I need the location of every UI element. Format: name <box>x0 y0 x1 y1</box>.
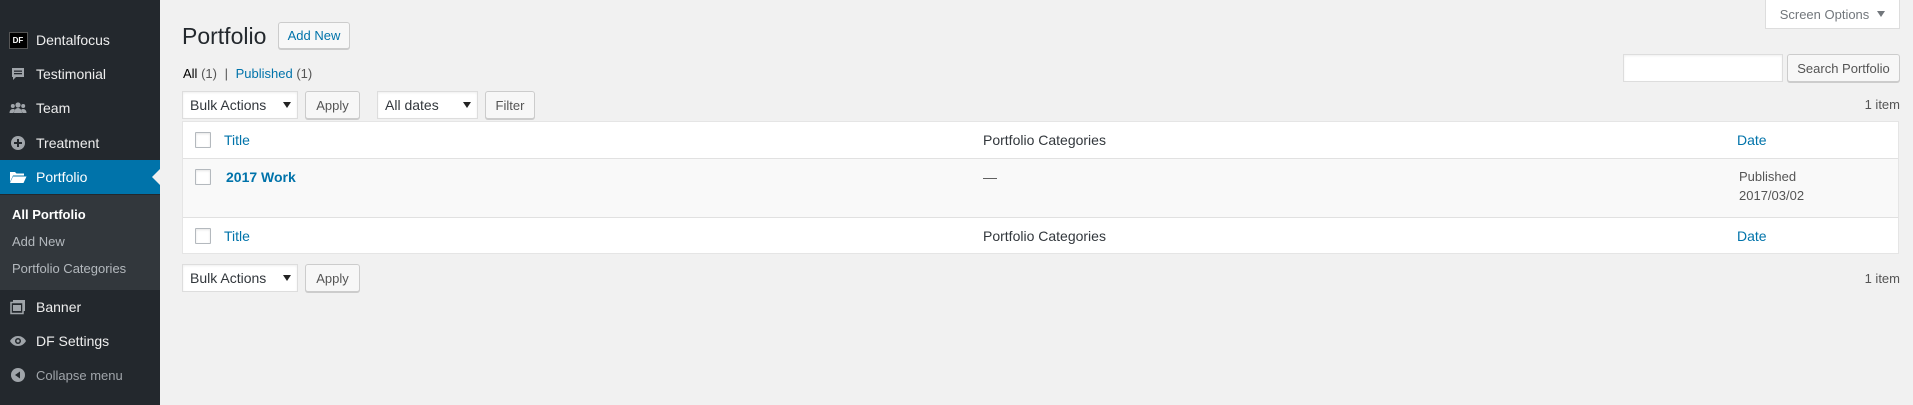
column-title-header[interactable]: Title <box>224 132 250 148</box>
add-new-button[interactable]: Add New <box>278 22 350 49</box>
bulk-actions-select-bottom[interactable]: Bulk Actions <box>182 264 298 292</box>
column-date-footer[interactable]: Date <box>1737 228 1767 244</box>
menu-item-label: Team <box>36 100 71 116</box>
menu-item-df-settings[interactable]: DF Settings <box>0 324 160 358</box>
chevron-down-icon <box>283 102 291 108</box>
menu-item-label: Treatment <box>36 135 100 151</box>
filter-all-link[interactable]: All (1) <box>183 66 217 81</box>
visibility-icon <box>0 333 36 349</box>
filter-separator: | <box>224 66 228 81</box>
portfolio-submenu: All Portfolio Add New Portfolio Categori… <box>0 195 160 290</box>
filter-all-label: All <box>183 66 198 81</box>
apply-label: Apply <box>316 270 349 286</box>
row-title-link[interactable]: 2017 Work <box>226 169 296 185</box>
apply-button-bottom[interactable]: Apply <box>305 264 360 292</box>
menu-item-banner[interactable]: Banner <box>0 290 160 324</box>
menu-item-label: Testimonial <box>36 66 107 82</box>
plus-circle-icon <box>0 135 36 151</box>
items-count-top: 1 item <box>1864 97 1900 112</box>
search-input[interactable] <box>1623 54 1783 82</box>
chevron-down-icon <box>463 102 471 108</box>
menu-item-label: Dentalfocus <box>36 32 110 48</box>
menu-item-portfolio[interactable]: Portfolio <box>0 160 160 194</box>
items-count-bottom: 1 item <box>1864 271 1900 286</box>
column-date-header[interactable]: Date <box>1737 132 1767 148</box>
filter-label: Filter <box>495 97 525 113</box>
page-title: Portfolio <box>182 23 267 49</box>
apply-button-top[interactable]: Apply <box>305 91 360 119</box>
filter-all-count: (1) <box>201 66 217 81</box>
collapse-icon <box>0 367 36 383</box>
df-logo-icon: DF <box>0 31 36 49</box>
menu-item-label: Banner <box>36 299 82 315</box>
menu-item-testimonial[interactable]: Testimonial <box>0 57 160 91</box>
row-checkbox[interactable] <box>195 169 211 185</box>
gallery-icon <box>0 299 36 315</box>
submenu-add-new[interactable]: Add New <box>12 234 65 249</box>
filter-published-label: Published <box>235 66 293 81</box>
bulk-actions-select-top[interactable]: Bulk Actions <box>182 91 298 119</box>
search-portfolio-button[interactable]: Search Portfolio <box>1787 54 1900 82</box>
groups-icon <box>0 100 36 116</box>
screen-options-label: Screen Options <box>1779 6 1870 22</box>
search-portfolio-label: Search Portfolio <box>1797 60 1890 76</box>
bulk-actions-value: Bulk Actions <box>190 270 267 286</box>
filter-published-count: (1) <box>296 66 313 81</box>
menu-item-treatment[interactable]: Treatment <box>0 126 160 160</box>
table-row: 2017 Work — Published 2017/03/02 <box>183 159 1898 217</box>
view-filters: All (1) | Published (1) <box>183 66 312 81</box>
column-title-footer[interactable]: Title <box>224 228 250 244</box>
apply-label: Apply <box>316 97 349 113</box>
collapse-menu-label: Collapse menu <box>36 367 123 383</box>
row-categories: — <box>983 169 997 185</box>
row-status: Published <box>1739 169 1797 184</box>
chevron-down-icon <box>1877 11 1886 17</box>
comment-icon <box>0 66 36 82</box>
portfolio-table: Title Portfolio Categories Date 2017 Wor… <box>182 121 1899 254</box>
submenu-all-portfolio[interactable]: All Portfolio <box>12 207 86 222</box>
menu-item-label: Portfolio <box>36 169 88 185</box>
chevron-down-icon <box>283 275 291 281</box>
date-filter-select[interactable]: All dates <box>377 91 478 119</box>
row-date: 2017/03/02 <box>1739 188 1805 203</box>
folder-open-icon <box>0 169 36 185</box>
admin-sidebar: DF Dentalfocus Testimonial Team Treatmen… <box>0 0 160 405</box>
collapse-menu-button[interactable]: Collapse menu <box>0 358 160 392</box>
select-all-checkbox-top[interactable] <box>195 132 211 148</box>
column-categories-header: Portfolio Categories <box>983 132 1106 148</box>
bulk-actions-value: Bulk Actions <box>190 97 267 113</box>
select-all-checkbox-bottom[interactable] <box>195 228 211 244</box>
menu-item-team[interactable]: Team <box>0 91 160 125</box>
filter-button[interactable]: Filter <box>485 91 535 119</box>
add-new-label: Add New <box>287 28 341 43</box>
submenu-portfolio-categories[interactable]: Portfolio Categories <box>12 261 126 276</box>
screen-options-button[interactable]: Screen Options <box>1765 0 1900 29</box>
menu-item-dentalfocus[interactable]: DF Dentalfocus <box>0 23 160 57</box>
column-categories-footer: Portfolio Categories <box>983 228 1106 244</box>
menu-item-label: DF Settings <box>36 333 110 349</box>
footer-divider <box>183 217 1898 218</box>
filter-published-link[interactable]: Published (1) <box>236 66 313 81</box>
date-filter-value: All dates <box>385 97 439 113</box>
